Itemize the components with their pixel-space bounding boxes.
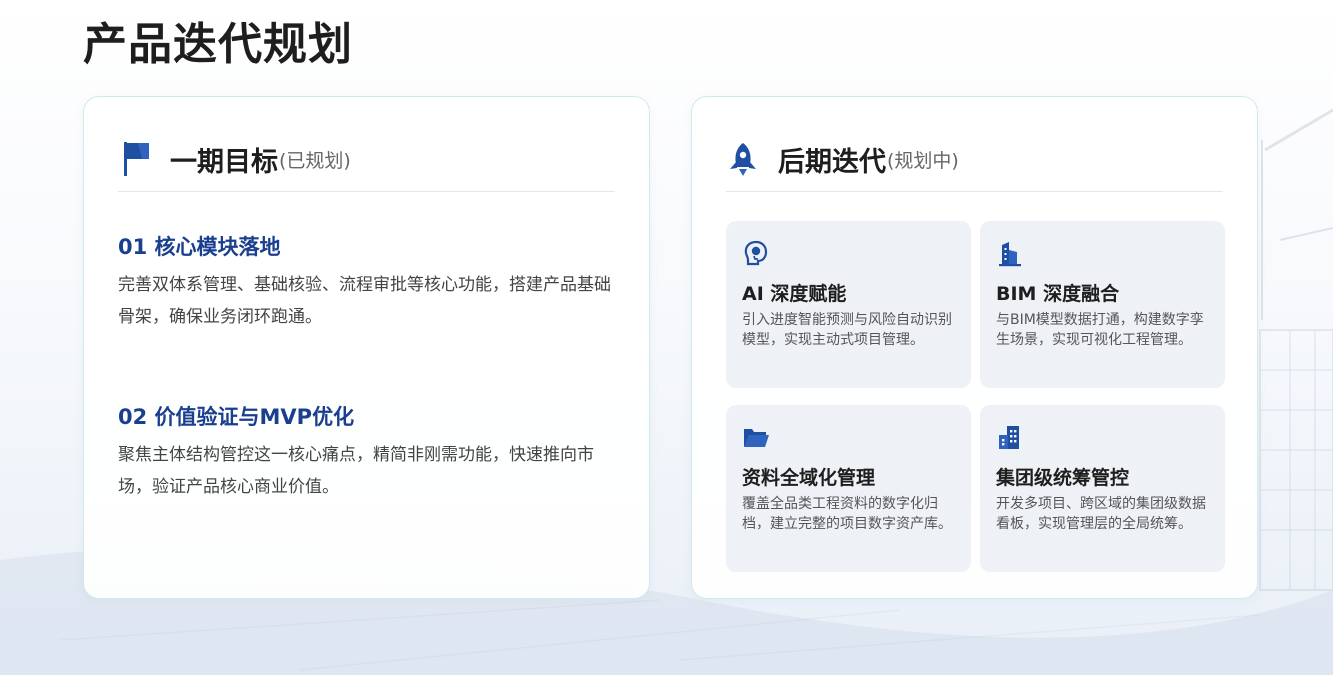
phase1-header: 一期目标 (已规划) bbox=[118, 127, 615, 192]
office-buildings-icon bbox=[996, 423, 1024, 451]
building-icon bbox=[996, 239, 1024, 267]
tile-description: 覆盖全品类工程资料的数字化归档，建立完整的项目数字资产库。 bbox=[742, 496, 952, 532]
goal-title: 02 价值验证与MVP优化 bbox=[118, 405, 355, 429]
goal-description: 聚焦主体结构管控这一核心痛点，精简非刚需功能，快速推向市场，验证产品核心商业价值… bbox=[118, 445, 594, 497]
goal-item: 02 价值验证与MVP优化 聚焦主体结构管控这一核心痛点，精简非刚需功能，快速推… bbox=[118, 401, 615, 503]
tile-description: 引入进度智能预测与风险自动识别模型，实现主动式项目管理。 bbox=[742, 312, 952, 348]
phase1-card: 一期目标 (已规划) 01 核心模块落地 完善双体系管理、基础核验、流程审批等核… bbox=[83, 96, 650, 599]
roadmap-grid: AI 深度赋能 引入进度智能预测与风险自动识别模型，实现主动式项目管理。 BIM… bbox=[726, 221, 1225, 572]
roadmap-tile-group: 集团级统筹管控 开发多项目、跨区域的集团级数据看板，实现管理层的全局统筹。 bbox=[980, 405, 1225, 572]
ai-brain-icon bbox=[742, 239, 770, 267]
tile-title: BIM 深度融合 bbox=[996, 283, 1120, 305]
tile-title: 集团级统筹管控 bbox=[996, 467, 1130, 489]
tile-title: AI 深度赋能 bbox=[742, 283, 847, 305]
rocket-icon bbox=[726, 139, 760, 179]
phase2-status: (规划中) bbox=[887, 149, 959, 172]
flag-icon bbox=[118, 139, 152, 179]
folder-open-icon bbox=[742, 423, 770, 451]
goal-title: 01 核心模块落地 bbox=[118, 235, 281, 259]
phase2-card: 后期迭代 (规划中) AI 深度赋能 引入进度智能预测与风险自动识别模型，实现主… bbox=[691, 96, 1258, 599]
page-title: 产品迭代规划 bbox=[83, 19, 353, 70]
roadmap-tile-bim: BIM 深度融合 与BIM模型数据打通，构建数字孪生场景，实现可视化工程管理。 bbox=[980, 221, 1225, 388]
phase1-title: 一期目标 bbox=[170, 146, 278, 178]
phase2-header: 后期迭代 (规划中) bbox=[726, 127, 1223, 192]
tile-title: 资料全域化管理 bbox=[742, 467, 876, 489]
goal-item: 01 核心模块落地 完善双体系管理、基础核验、流程审批等核心功能，搭建产品基础骨… bbox=[118, 231, 615, 333]
roadmap-tile-ai: AI 深度赋能 引入进度智能预测与风险自动识别模型，实现主动式项目管理。 bbox=[726, 221, 971, 388]
phase2-title: 后期迭代 bbox=[778, 146, 886, 178]
tile-description: 开发多项目、跨区域的集团级数据看板，实现管理层的全局统筹。 bbox=[996, 496, 1206, 532]
roadmap-tile-docs: 资料全域化管理 覆盖全品类工程资料的数字化归档，建立完整的项目数字资产库。 bbox=[726, 405, 971, 572]
tile-description: 与BIM模型数据打通，构建数字孪生场景，实现可视化工程管理。 bbox=[996, 312, 1204, 348]
goal-description: 完善双体系管理、基础核验、流程审批等核心功能，搭建产品基础骨架，确保业务闭环跑通… bbox=[118, 275, 611, 327]
phase1-status: (已规划) bbox=[279, 149, 351, 172]
